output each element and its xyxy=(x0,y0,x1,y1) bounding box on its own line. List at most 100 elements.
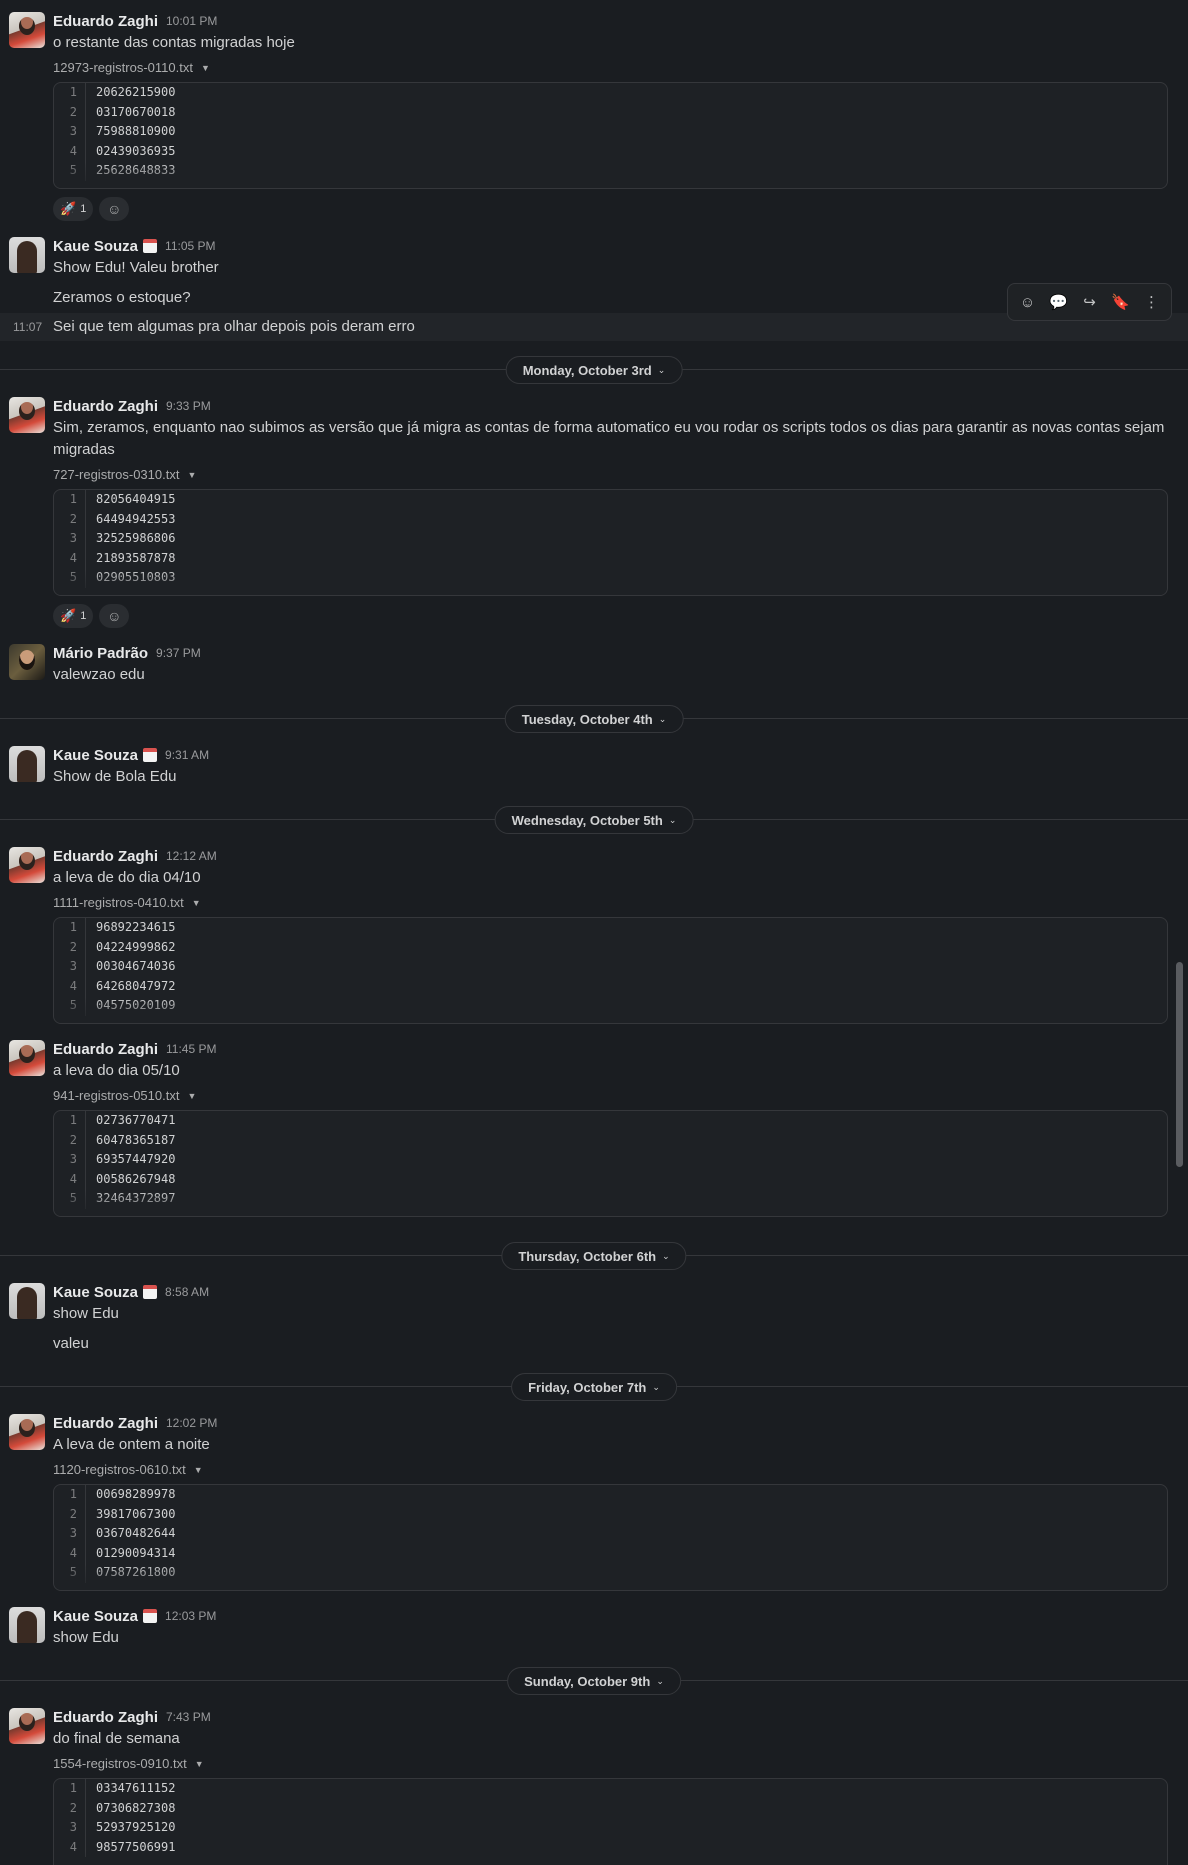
caret-down-icon[interactable]: ▼ xyxy=(192,893,201,913)
avatar[interactable] xyxy=(9,746,45,782)
line-number: 4 xyxy=(54,548,86,568)
message-text: Sei que tem algumas pra olhar depois poi… xyxy=(53,318,415,335)
line-number: 2 xyxy=(54,1130,86,1150)
file-name[interactable]: 941-registros-0510.txt xyxy=(53,1086,179,1106)
scrollbar-thumb[interactable] xyxy=(1176,962,1183,1167)
file-name[interactable]: 1554-registros-0910.txt xyxy=(53,1754,187,1774)
code-snippet[interactable]: 1 02736770471 2 60478365187 3 69357447920 4… xyxy=(53,1110,1168,1217)
file-attachment-name[interactable]: 1111-registros-0410.txt ▼ xyxy=(53,893,1168,913)
calendar-status-icon[interactable] xyxy=(143,1609,158,1623)
line-number: 1 xyxy=(54,918,86,938)
message-text: Sim, zeramos, enquanto nao subimos as ve… xyxy=(53,419,1165,458)
reaction-rocket[interactable]: 🚀 1 xyxy=(53,197,94,221)
author-name[interactable]: Eduardo Zaghi xyxy=(53,848,158,865)
code-snippet[interactable]: 1 96892234615 2 04224999862 3 00304674036 4… xyxy=(53,917,1168,1024)
date-pill[interactable]: Sunday, October 9th ⌄ xyxy=(507,1667,681,1695)
avatar[interactable] xyxy=(9,1708,45,1744)
date-pill[interactable]: Wednesday, October 5th ⌄ xyxy=(494,806,694,834)
timestamp[interactable]: 12:03 PM xyxy=(165,1609,216,1623)
timestamp[interactable]: 7:43 PM xyxy=(166,1710,211,1724)
caret-down-icon[interactable]: ▼ xyxy=(187,1086,196,1106)
code-snippet[interactable]: 1 03347611152 2 07306827308 3 52937925120 4… xyxy=(53,1778,1168,1865)
caret-down-icon[interactable]: ▼ xyxy=(194,1460,203,1480)
author-name[interactable]: Kaue Souza xyxy=(53,747,138,764)
code-line: 64268047972 xyxy=(96,978,176,993)
author-name[interactable]: Eduardo Zaghi xyxy=(53,1415,158,1432)
message-text: show Edu xyxy=(53,1629,119,1646)
file-attachment-name[interactable]: 1554-registros-0910.txt ▼ xyxy=(53,1754,1168,1774)
avatar[interactable] xyxy=(9,1414,45,1450)
message-text: do final de semana xyxy=(53,1730,180,1747)
code-snippet[interactable]: 1 20626215900 2 03170670018 3 75988810900 4… xyxy=(53,82,1168,189)
code-line: 03347611152 xyxy=(96,1781,176,1795)
author-name[interactable]: Eduardo Zaghi xyxy=(53,1709,158,1726)
calendar-status-icon[interactable] xyxy=(143,1285,158,1299)
bookmark-icon[interactable]: 🔖 xyxy=(1107,293,1135,311)
avatar[interactable] xyxy=(9,1607,45,1643)
file-attachment-name[interactable]: 12973-registros-0110.txt ▼ xyxy=(53,58,1168,78)
file-name[interactable]: 1111-registros-0410.txt xyxy=(53,893,184,913)
date-pill[interactable]: Tuesday, October 4th ⌄ xyxy=(504,705,684,733)
code-snippet[interactable]: 1 00698289978 2 39817067300 3 03670482644 4… xyxy=(53,1484,1168,1591)
avatar[interactable] xyxy=(9,1283,45,1319)
code-line: 82056404915 xyxy=(96,492,176,506)
timestamp[interactable]: 12:02 PM xyxy=(166,1416,217,1430)
add-reaction-icon[interactable]: ☺ xyxy=(99,604,130,628)
calendar-status-icon[interactable] xyxy=(143,239,158,253)
avatar[interactable] xyxy=(9,12,45,48)
timestamp[interactable]: 9:31 AM xyxy=(165,748,209,762)
message: Mário Padrão 9:37 PM valewzao edu xyxy=(0,642,1188,686)
reaction-rocket[interactable]: 🚀 1 xyxy=(53,604,94,628)
more-actions-icon[interactable]: ⋮ xyxy=(1138,293,1166,311)
message: Kaue Souza 9:31 AM Show de Bola Edu xyxy=(0,744,1188,788)
timestamp[interactable]: 12:12 AM xyxy=(166,849,217,863)
add-reaction-icon[interactable]: ☺ xyxy=(1014,294,1042,311)
line-number: 3 xyxy=(54,1150,86,1170)
timestamp[interactable]: 9:37 PM xyxy=(156,646,201,660)
caret-down-icon[interactable]: ▼ xyxy=(201,58,210,78)
author-name[interactable]: Eduardo Zaghi xyxy=(53,13,158,30)
author-name[interactable]: Eduardo Zaghi xyxy=(53,1041,158,1058)
message-text: valeu xyxy=(53,1335,89,1352)
hover-timestamp[interactable]: 11:07 xyxy=(13,316,42,338)
chevron-down-icon: ⌄ xyxy=(668,814,677,825)
author-name[interactable]: Kaue Souza xyxy=(53,238,138,255)
code-line: 03170670018 xyxy=(96,104,176,119)
code-line: 96892234615 xyxy=(96,920,176,934)
avatar[interactable] xyxy=(9,1040,45,1076)
timestamp[interactable]: 9:33 PM xyxy=(166,399,211,413)
author-name[interactable]: Kaue Souza xyxy=(53,1284,138,1301)
author-name[interactable]: Kaue Souza xyxy=(53,1608,138,1625)
timestamp[interactable]: 10:01 PM xyxy=(166,14,217,28)
calendar-status-icon[interactable] xyxy=(143,748,158,762)
file-name[interactable]: 12973-registros-0110.txt xyxy=(53,58,193,78)
add-reaction-icon[interactable]: ☺ xyxy=(99,197,130,221)
date-pill[interactable]: Thursday, October 6th ⌄ xyxy=(501,1242,687,1270)
file-name[interactable]: 727-registros-0310.txt xyxy=(53,465,179,485)
avatar[interactable] xyxy=(9,397,45,433)
avatar[interactable] xyxy=(9,237,45,273)
file-attachment-name[interactable]: 727-registros-0310.txt ▼ xyxy=(53,465,1168,485)
date-pill[interactable]: Friday, October 7th ⌄ xyxy=(511,1373,677,1401)
file-attachment-name[interactable]: 941-registros-0510.txt ▼ xyxy=(53,1086,1168,1106)
code-line: 07587261800 xyxy=(96,1565,176,1579)
code-snippet[interactable]: 1 82056404915 2 64494942553 3 32525986806 4… xyxy=(53,489,1168,596)
avatar[interactable] xyxy=(9,847,45,883)
timestamp[interactable]: 8:58 AM xyxy=(165,1285,209,1299)
share-message-icon[interactable]: ↪ xyxy=(1076,293,1104,311)
timestamp[interactable]: 11:45 PM xyxy=(166,1042,216,1056)
caret-down-icon[interactable]: ▼ xyxy=(195,1754,204,1774)
code-line: 00698289978 xyxy=(96,1487,176,1501)
caret-down-icon[interactable]: ▼ xyxy=(187,465,196,485)
file-name[interactable]: 1120-registros-0610.txt xyxy=(53,1460,186,1480)
date-pill[interactable]: Monday, October 3rd ⌄ xyxy=(505,356,683,384)
message: Eduardo Zaghi 12:12 AM a leva de do dia … xyxy=(0,845,1188,1024)
author-name[interactable]: Mário Padrão xyxy=(53,645,148,662)
file-attachment-name[interactable]: 1120-registros-0610.txt ▼ xyxy=(53,1460,1168,1480)
reply-in-thread-icon[interactable]: 💬 xyxy=(1045,293,1073,311)
timestamp[interactable]: 11:05 PM xyxy=(165,239,215,253)
avatar[interactable] xyxy=(9,644,45,680)
code-line: 00304674036 xyxy=(96,959,176,973)
author-name[interactable]: Eduardo Zaghi xyxy=(53,398,158,415)
line-number: 4 xyxy=(54,1543,86,1563)
